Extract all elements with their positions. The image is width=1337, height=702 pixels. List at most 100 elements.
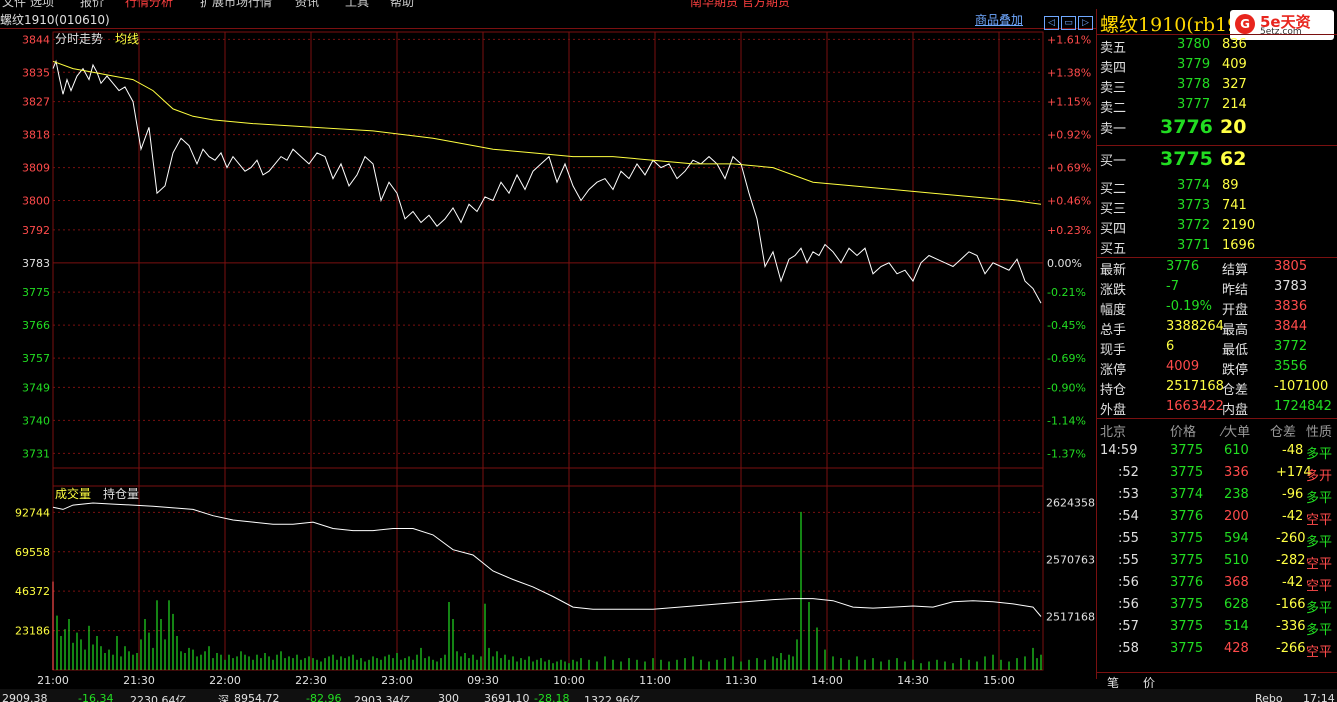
stat-value: 6 <box>1166 339 1175 354</box>
status-item: 17:14 <box>1303 692 1335 702</box>
bid-volume: 2190 <box>1222 218 1256 233</box>
stat-row: 外盘 1663422 内盘 1724842 <box>1100 399 1336 419</box>
tick-row: :55 3775 510 -282 空平 <box>1100 553 1336 573</box>
volume-tick-label: 69558 <box>15 546 50 559</box>
tick-time: :57 <box>1118 619 1139 634</box>
ask-volume: 836 <box>1222 37 1247 52</box>
oi-line <box>52 502 1042 617</box>
ask-row: 卖五 3780 836 <box>1100 37 1336 57</box>
col-nature: 性质 <box>1306 425 1333 440</box>
stat-label: 总手 <box>1100 323 1127 338</box>
col-oi-change: 仓差 <box>1270 425 1297 440</box>
legend-avg: 均线 <box>115 32 139 46</box>
stat-label: 开盘 <box>1222 303 1249 318</box>
pct-tick-label: +0.23% <box>1047 224 1091 237</box>
stat-row: 涨停 4009 跌停 3556 <box>1100 359 1336 379</box>
time-tick-label: 14:00 <box>811 674 843 687</box>
panel-divider <box>1097 257 1337 258</box>
tick-nature: 多开 <box>1306 469 1333 484</box>
legend-price: 分时走势 <box>55 32 103 46</box>
tick-volume: 336 <box>1224 465 1249 480</box>
time-tick-label: 11:30 <box>725 674 757 687</box>
tick-nature: 空平 <box>1306 579 1333 594</box>
volume-bars <box>52 511 1042 670</box>
volume-tick-label: 46372 <box>15 585 50 598</box>
status-item: -16.34 <box>78 692 114 702</box>
stat-value: -107100 <box>1274 379 1329 394</box>
ask-label: 卖一 <box>1100 122 1127 137</box>
status-item: 2230.64亿 <box>130 694 187 702</box>
price-frame <box>52 31 1044 469</box>
tick-time: :58 <box>1118 641 1139 656</box>
stat-value: 3556 <box>1274 359 1308 374</box>
pct-tick-label: +0.92% <box>1047 129 1091 142</box>
stat-value: 3805 <box>1274 259 1308 274</box>
tick-volume: 610 <box>1224 443 1249 458</box>
stat-value: 3844 <box>1274 319 1308 334</box>
ask-volume: 214 <box>1222 97 1247 112</box>
stat-label: 昨结 <box>1222 283 1249 298</box>
tick-row: :57 3775 514 -336 多平 <box>1100 619 1336 639</box>
tick-volume: 628 <box>1224 597 1249 612</box>
ask-price: 3779 <box>1177 57 1211 72</box>
time-tick-label: 11:00 <box>639 674 671 687</box>
stat-row: 持仓 2517168 仓差 -107100 <box>1100 379 1336 399</box>
bid-row: 买五 3771 1696 <box>1100 238 1336 258</box>
axis-labels: 3844 +1.61% 3835 +1.38% 3827 +1.15% 3818 +0.92%… <box>15 33 1095 687</box>
tick-time: :54 <box>1118 509 1139 524</box>
legend-oi: 持仓量 <box>103 486 139 501</box>
tick-volume: 238 <box>1224 487 1249 502</box>
price-tick-label: 3827 <box>22 96 50 109</box>
tick-oi-change: -42 <box>1282 509 1304 524</box>
status-item: 深 <box>218 694 229 702</box>
chart-grid <box>52 31 1044 671</box>
pct-tick-label: -0.45% <box>1047 319 1086 332</box>
tick-nature: 多平 <box>1306 623 1333 638</box>
ask-row: 卖三 3778 327 <box>1100 77 1336 97</box>
tick-time: 14:59 <box>1100 443 1138 458</box>
tick-row: :53 3774 238 -96 多平 <box>1100 487 1336 507</box>
tick-price: 3775 <box>1170 531 1204 546</box>
pct-tick-label: -1.14% <box>1047 414 1086 427</box>
time-tick-label: 10:00 <box>553 674 585 687</box>
stat-label: 持仓 <box>1100 383 1127 398</box>
stat-value: 4009 <box>1166 359 1200 374</box>
tick-row: :54 3776 200 -42 空平 <box>1100 509 1336 529</box>
ask-price: 3776 <box>1160 116 1213 138</box>
tick-nature: 多平 <box>1306 601 1333 616</box>
ask-volume: 409 <box>1222 57 1247 72</box>
pct-tick-label: +1.15% <box>1047 96 1091 109</box>
ask-price: 3777 <box>1177 97 1211 112</box>
panel-divider <box>1097 145 1337 146</box>
status-item: 2903.34亿 <box>354 694 411 702</box>
status-item: 8954.72 <box>234 692 280 702</box>
price-tick-label: 3775 <box>22 286 50 299</box>
bid-volume: 1696 <box>1222 238 1256 253</box>
tick-price: 3775 <box>1170 553 1204 568</box>
bid-price: 3772 <box>1177 218 1211 233</box>
ask-row: 卖四 3779 409 <box>1100 57 1336 77</box>
site-logo: G 5e天资 5etz.com <box>1230 10 1334 40</box>
stat-label: 最低 <box>1222 343 1249 358</box>
time-tick-label: 22:30 <box>295 674 327 687</box>
price-tick-label: 3749 <box>22 381 50 394</box>
oi-tick-label: 2517168 <box>1046 610 1095 623</box>
tick-nature: 多平 <box>1306 535 1333 550</box>
stat-label: 涨跌 <box>1100 283 1127 298</box>
bid-label: 买三 <box>1100 202 1127 217</box>
bid-volume: 62 <box>1220 148 1247 170</box>
tick-nature: 空平 <box>1306 645 1333 660</box>
bid-volume: 741 <box>1222 198 1247 213</box>
bid-label: 买二 <box>1100 182 1127 197</box>
panel-tabs: 笔 价 <box>1097 672 1337 690</box>
tick-time: :56 <box>1118 575 1139 590</box>
pct-tick-label: -0.21% <box>1047 286 1086 299</box>
ask-price: 3780 <box>1177 37 1211 52</box>
price-tick-label: 3800 <box>22 195 50 208</box>
tick-time: :53 <box>1118 487 1139 502</box>
time-tick-label: 15:00 <box>983 674 1015 687</box>
tick-volume: 594 <box>1224 531 1249 546</box>
tick-nature: 多平 <box>1306 491 1333 506</box>
price-tick-label: 3792 <box>22 224 50 237</box>
time-tick-label: 23:00 <box>381 674 413 687</box>
